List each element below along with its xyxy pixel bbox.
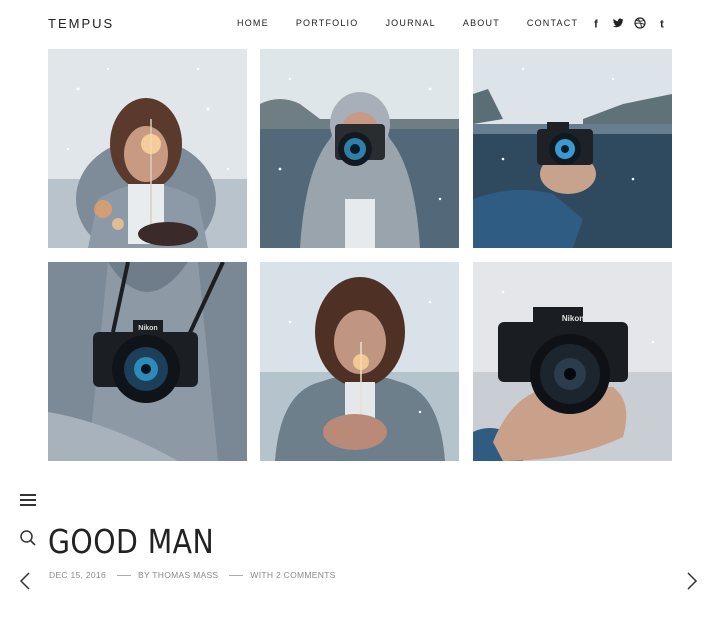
post-author[interactable]: BY THOMAS MASS [138,570,218,580]
gallery-image-hooded-camera[interactable] [260,49,459,248]
site-header: TEMPUS HOME PORTFOLIO JOURNAL ABOUT CONT… [0,0,720,48]
facebook-icon[interactable]: f [588,15,604,31]
meta-divider [229,574,244,576]
search-icon[interactable] [19,529,37,547]
twitter-icon[interactable] [610,15,626,31]
chevron-left-icon[interactable] [19,571,31,591]
gallery-image-hand-holding-nikon[interactable]: Nikon [473,262,672,461]
nav-item-contact[interactable]: CONTACT [527,18,578,28]
nav-item-portfolio[interactable]: PORTFOLIO [296,18,359,28]
svg-text:f: f [594,19,598,30]
gallery-image-sparkler-woman[interactable] [48,49,247,248]
nav-item-about[interactable]: ABOUT [463,18,500,28]
social-links: f t [588,15,676,31]
chevron-right-icon[interactable] [686,571,698,591]
dribbble-icon[interactable] [632,15,648,31]
gallery-image-sparkler-blurred[interactable] [260,262,459,461]
main-nav: HOME PORTFOLIO JOURNAL ABOUT CONTACT [237,18,605,28]
nav-item-journal[interactable]: JOURNAL [385,18,435,28]
post-date: DEC 15, 2016 [49,570,106,580]
tumblr-icon[interactable]: t [654,15,670,31]
svg-text:Nikon: Nikon [138,325,157,332]
photo-gallery: Nikon Nikon [48,49,672,461]
gallery-image-camera-on-sweater[interactable]: Nikon [48,262,247,461]
post-meta: DEC 15, 2016 BY THOMAS MASS WITH 2 COMME… [49,570,336,580]
nav-item-home[interactable]: HOME [237,18,269,28]
site-logo[interactable]: TEMPUS [48,16,114,31]
post-comments[interactable]: WITH 2 COMMENTS [250,570,335,580]
gallery-image-camera-over-lake[interactable] [473,49,672,248]
hamburger-menu-icon[interactable] [20,493,36,507]
svg-text:t: t [660,19,664,30]
svg-text:Nikon: Nikon [562,314,584,323]
meta-divider [117,574,131,576]
post-title: GOOD MAN [48,522,215,561]
